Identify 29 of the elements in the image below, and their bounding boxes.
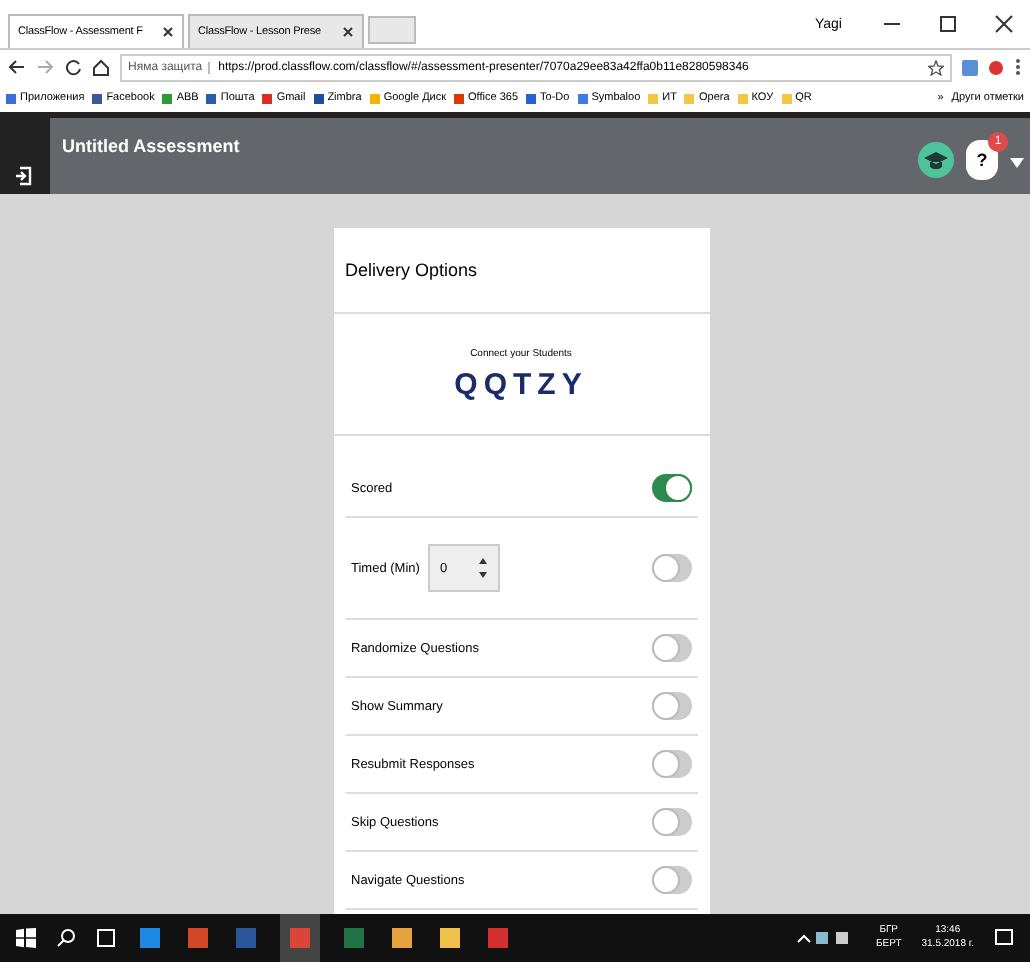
- close-icon[interactable]: [994, 14, 1014, 34]
- task-view-icon[interactable]: [96, 928, 116, 948]
- caret-icon[interactable]: [1010, 158, 1024, 168]
- toggle-switch[interactable]: [651, 750, 691, 778]
- toggle-switch[interactable]: [651, 808, 691, 836]
- exit-icon[interactable]: [13, 166, 31, 186]
- windows-icon[interactable]: [16, 928, 36, 948]
- back-icon[interactable]: [8, 58, 26, 76]
- spinner-arrows-icon[interactable]: [477, 556, 488, 580]
- toggle-switch[interactable]: [651, 692, 691, 720]
- toggle-switch[interactable]: [651, 554, 691, 582]
- toggle-switch[interactable]: [651, 866, 691, 894]
- star-icon[interactable]: [928, 59, 944, 75]
- reload-icon[interactable]: [64, 58, 82, 76]
- class-code: QQTZY: [454, 367, 588, 401]
- page-title: Untitled Assessment: [62, 136, 240, 156]
- menu-icon[interactable]: [1014, 58, 1022, 76]
- maximize-icon[interactable]: [938, 14, 958, 34]
- exit-button[interactable]: [0, 118, 50, 194]
- toggle-switch[interactable]: [651, 474, 691, 502]
- graduation-cap-icon[interactable]: [918, 142, 954, 178]
- search-icon[interactable]: [56, 928, 76, 948]
- notifications-icon[interactable]: [994, 928, 1014, 948]
- card-title: Delivery Options: [333, 228, 709, 314]
- toggle-switch[interactable]: [651, 634, 691, 662]
- close-tab-icon[interactable]: [162, 26, 174, 38]
- help-button[interactable]: ?: [966, 140, 998, 180]
- home-icon[interactable]: [92, 58, 110, 76]
- close-tab-icon[interactable]: [342, 26, 354, 38]
